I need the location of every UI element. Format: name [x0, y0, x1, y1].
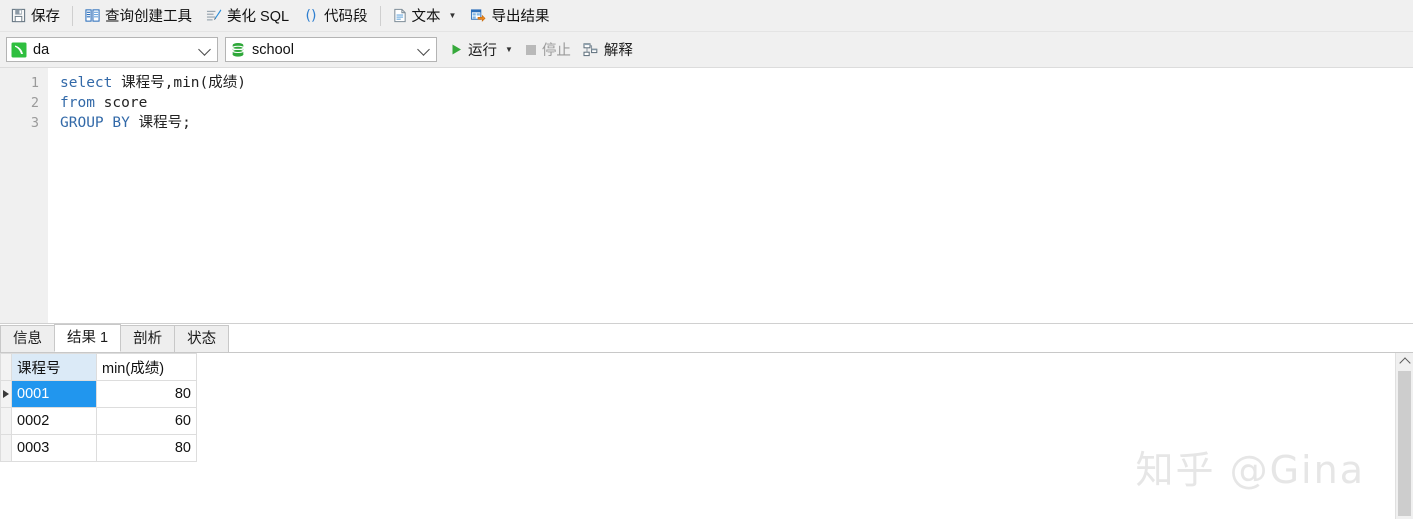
line-number: 1	[30, 75, 39, 91]
code-line-text: from score	[48, 93, 147, 113]
result-tabstrip: 信息 结果 1 剖析 状态	[0, 324, 1413, 353]
database-value: school	[252, 41, 294, 58]
sql-plain: 课程号,min(成绩)	[112, 75, 246, 91]
row-indicator-cell[interactable]	[0, 407, 12, 435]
line-number: 2	[30, 95, 39, 111]
query-builder-icon	[85, 8, 100, 23]
tab-result-1[interactable]: 结果 1	[54, 324, 122, 352]
connection-icon	[11, 42, 27, 58]
row-indicator-cell[interactable]	[0, 380, 12, 408]
toolbar-separator-1	[72, 5, 73, 26]
row-indicator-cell[interactable]	[0, 434, 12, 462]
current-row-arrow-icon	[3, 390, 9, 398]
tab-profile[interactable]: 剖析	[120, 325, 176, 352]
stop-button: 停止	[519, 37, 577, 63]
database-icon	[230, 42, 246, 58]
column-header-min-score[interactable]: min(成绩)	[96, 353, 197, 381]
sql-editor[interactable]: 1 select 课程号,min(成绩) 2 from score 3 GROU…	[0, 68, 1413, 323]
code-line: 3 GROUP BY 课程号;	[0, 113, 1413, 133]
toolbar-separator-2	[379, 5, 381, 26]
run-label: 运行	[468, 43, 497, 59]
svg-text:(): ()	[306, 8, 317, 23]
text-icon	[393, 8, 407, 23]
tab-result-1-label: 结果 1	[67, 330, 109, 346]
code-line-text: select 课程号,min(成绩)	[48, 73, 246, 93]
chevron-up-icon	[1398, 357, 1411, 369]
result-table[interactable]: 课程号 min(成绩) 0001 80 0002 60 0003 80	[0, 353, 197, 462]
text-label: 文本	[411, 9, 441, 25]
text-button[interactable]: 文本 ▼	[386, 3, 464, 29]
cell-course-no[interactable]: 0002	[11, 407, 97, 435]
cell-min-score[interactable]: 80	[96, 434, 197, 462]
tab-status[interactable]: 状态	[174, 325, 230, 352]
column-header-course[interactable]: 课程号	[11, 353, 97, 381]
tab-info-label: 信息	[13, 331, 42, 347]
line-number: 3	[30, 115, 39, 131]
cell-min-score[interactable]: 80	[96, 380, 197, 408]
cell-course-no[interactable]: 0003	[11, 434, 97, 462]
query-builder-button[interactable]: 查询创建工具	[78, 3, 199, 29]
export-result-label: 导出结果	[491, 9, 550, 25]
text-dropdown-caret-icon[interactable]: ▼	[449, 11, 457, 20]
query-builder-label: 查询创建工具	[105, 9, 192, 25]
connection-select[interactable]: da	[6, 37, 218, 62]
explain-icon	[583, 42, 599, 57]
stop-icon	[525, 44, 537, 56]
save-button[interactable]: 保存	[4, 3, 67, 29]
play-icon	[450, 43, 463, 56]
cell-course-no[interactable]: 0001	[11, 380, 97, 408]
tab-status-label: 状态	[187, 331, 217, 347]
connection-toolbar: da school 运行 ▼ 停止 解释	[0, 32, 1413, 68]
table-row[interactable]: 0003 80	[0, 434, 197, 462]
sql-code[interactable]: 1 select 课程号,min(成绩) 2 from score 3 GROU…	[0, 68, 1413, 133]
export-result-icon	[470, 8, 486, 23]
database-select[interactable]: school	[225, 37, 437, 62]
tab-profile-label: 剖析	[133, 331, 163, 347]
code-snippet-button[interactable]: () 代码段	[296, 3, 375, 29]
chevron-down-icon[interactable]	[198, 42, 211, 56]
code-snippet-icon: ()	[303, 8, 319, 24]
export-result-button[interactable]: 导出结果	[463, 3, 556, 29]
code-line: 2 from score	[0, 93, 1413, 113]
sql-plain: 课程号;	[129, 115, 191, 131]
table-row[interactable]: 0001 80	[0, 380, 197, 408]
sql-plain: score	[94, 95, 148, 111]
explain-label: 解释	[603, 43, 633, 59]
stop-label: 停止	[541, 43, 571, 59]
scroll-up-button[interactable]	[1396, 353, 1413, 370]
save-label: 保存	[31, 9, 60, 25]
chevron-down-icon[interactable]	[417, 42, 430, 56]
scrollbar-thumb[interactable]	[1398, 371, 1411, 516]
sql-keyword: from	[60, 95, 95, 111]
sql-keyword: select	[60, 75, 113, 91]
beautify-sql-label: 美化 SQL	[227, 9, 290, 25]
explain-button[interactable]: 解释	[577, 37, 639, 63]
code-line-text: GROUP BY 课程号;	[48, 113, 191, 133]
tab-info[interactable]: 信息	[0, 325, 55, 352]
row-indicator-header	[0, 353, 12, 381]
main-toolbar: 保存 查询创建工具 美化 SQL () 代码段 文本 ▼ 导出结果	[0, 0, 1413, 32]
cell-min-score[interactable]: 60	[96, 407, 197, 435]
beautify-sql-icon	[206, 8, 222, 23]
run-dropdown-caret-icon[interactable]: ▼	[505, 45, 513, 54]
sql-keyword: GROUP BY	[60, 115, 130, 131]
result-grid-area[interactable]: 课程号 min(成绩) 0001 80 0002 60 0003 80	[0, 353, 1413, 519]
vertical-scrollbar[interactable]	[1395, 353, 1413, 519]
connection-value: da	[33, 41, 50, 58]
beautify-sql-button[interactable]: 美化 SQL	[199, 3, 296, 29]
save-icon	[11, 8, 26, 23]
table-header-row: 课程号 min(成绩)	[0, 353, 197, 381]
table-row[interactable]: 0002 60	[0, 407, 197, 435]
code-line: 1 select 课程号,min(成绩)	[0, 73, 1413, 93]
code-snippet-label: 代码段	[324, 9, 368, 25]
run-button[interactable]: 运行 ▼	[444, 37, 519, 63]
